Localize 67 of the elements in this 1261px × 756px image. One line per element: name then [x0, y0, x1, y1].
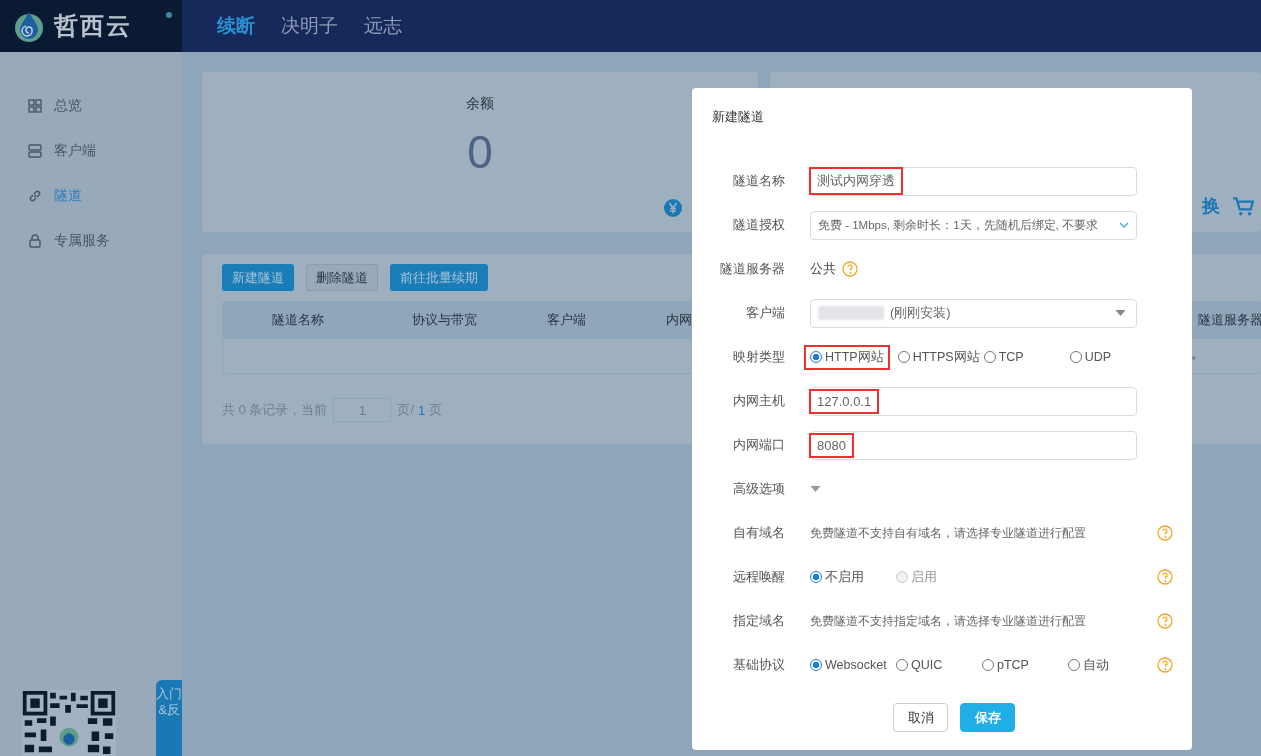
yen-icon[interactable] [664, 199, 682, 217]
balance-label: 余额 [466, 95, 494, 113]
toolbar-button[interactable]: 删除隧道 [306, 264, 378, 291]
field-value: 测试内网穿透 [809, 167, 903, 195]
column-header: 内网 [666, 311, 692, 329]
caret-icon[interactable] [810, 486, 821, 492]
lock-icon [28, 233, 42, 248]
grid-icon [28, 98, 42, 113]
field-note: 免费隧道不支持自有域名，请选择专业隧道进行配置 [810, 524, 1086, 542]
help-icon[interactable] [1157, 613, 1173, 629]
radio-option[interactable]: Websocket [810, 656, 896, 674]
field-label: 隧道服务器 [719, 260, 785, 278]
field-value: 8080 [809, 432, 854, 458]
sidebar-item[interactable]: 客户端 [0, 139, 182, 162]
radio-option[interactable]: QUIC [896, 656, 982, 674]
cart-icon[interactable] [1232, 196, 1254, 216]
empty-mark: 。 [1191, 345, 1204, 363]
input-field[interactable]: 测试内网穿透 [810, 166, 1137, 196]
column-header: 隧道名称 [272, 311, 324, 329]
radio-option[interactable]: UDP [1069, 344, 1156, 370]
field-label: 基础协议 [732, 656, 785, 674]
column-header: 客户端 [546, 311, 586, 329]
status-dot [166, 12, 172, 18]
field-label: 自有域名 [732, 524, 785, 542]
radio-option[interactable]: pTCP [982, 656, 1068, 674]
field-value: 免费 - 1Mbps, 剩余时长：1天，先随机后绑定, 不要求 [818, 217, 1098, 233]
field-value: 公共 [810, 260, 836, 278]
field-label: 内网端口 [732, 436, 785, 454]
balance-value: 0 [467, 125, 493, 179]
link-icon [28, 188, 42, 203]
radio-option[interactable]: HTTPS网站 [897, 344, 984, 370]
dialog-title: 新建隧道 [711, 108, 765, 126]
server-icon [28, 143, 42, 158]
select-field[interactable]: 免费 - 1Mbps, 剩余时长：1天，先随机后绑定, 不要求 [810, 210, 1137, 240]
page-total: 1 [418, 402, 426, 418]
nav-tab[interactable]: 续断 [217, 13, 255, 39]
sidebar-item[interactable]: 专属服务 [0, 229, 182, 252]
column-header: 协议与带宽 [412, 311, 477, 329]
field-label: 隧道授权 [732, 216, 785, 234]
radio-option[interactable]: 不启用 [810, 568, 896, 586]
field-label: 指定域名 [732, 612, 785, 630]
sidebar-item[interactable]: 总览 [0, 94, 182, 117]
dialog-button[interactable]: 取消 [893, 703, 948, 732]
field-note: 免费隧道不支持指定域名，请选择专业隧道进行配置 [810, 612, 1086, 630]
field-label: 隧道名称 [732, 172, 785, 190]
caret-icon [1115, 310, 1126, 316]
field-label: 客户端 [745, 304, 785, 322]
nav-tab[interactable]: 远志 [364, 13, 402, 39]
logo-text: 哲西云 [54, 11, 132, 41]
help-icon[interactable] [842, 261, 858, 277]
help-icon[interactable] [1157, 569, 1173, 585]
field-label: 内网主机 [732, 392, 785, 410]
field-label: 映射类型 [732, 348, 785, 366]
radio-option[interactable]: TCP [983, 344, 1070, 370]
help-icon[interactable] [1157, 657, 1173, 673]
radio-option[interactable]: 自动 [1068, 656, 1154, 674]
field-value: (刚刚安装) [890, 304, 951, 322]
field-label: 高级选项 [732, 480, 785, 498]
select-field[interactable]: (刚刚安装) [810, 298, 1137, 328]
chevron-down-icon [1119, 222, 1129, 228]
input-field[interactable]: 127.0.0.1 [810, 386, 1137, 416]
field-value: 127.0.0.1 [809, 388, 880, 414]
field-label: 远程唤醒 [732, 568, 785, 586]
help-icon[interactable] [1157, 525, 1173, 541]
nav-tab[interactable]: 决明子 [281, 13, 338, 39]
input-field[interactable]: 8080 [810, 430, 1137, 460]
radio-option[interactable]: HTTP网站 [804, 344, 890, 370]
